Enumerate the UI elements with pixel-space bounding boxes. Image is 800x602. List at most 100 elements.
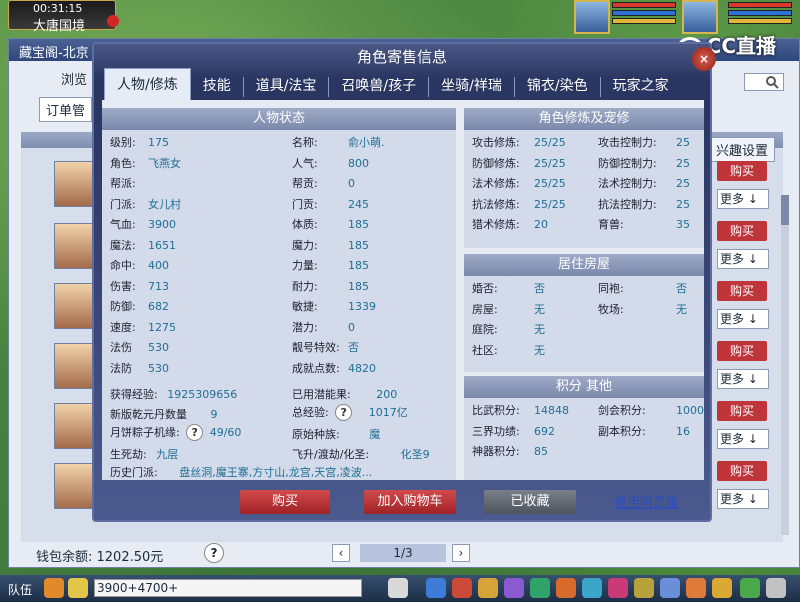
next-page-button[interactable]: › [452, 544, 470, 562]
help-icon[interactable]: ? [335, 404, 353, 421]
tab-pets[interactable]: 召唤兽/孩子 [329, 72, 428, 100]
pet-icon[interactable] [388, 578, 408, 598]
buy-button[interactable]: 购买 [240, 490, 330, 514]
history-row: 历史门派: 盘丝洞,魔王寨,方寸山,龙宫,天宫,凌波... [110, 466, 373, 479]
points-label: 神器积分: [472, 445, 520, 458]
listing-buy-button[interactable]: 购买 [717, 161, 767, 181]
listing-buy-button[interactable]: 购买 [717, 341, 767, 361]
bag-icon[interactable] [452, 578, 472, 598]
tab-home[interactable]: 玩家之家 [601, 72, 681, 100]
house-value: 无 [534, 323, 545, 336]
cultivation-value: 25 [676, 177, 690, 190]
listing-buy-button[interactable]: 购买 [717, 401, 767, 421]
tab-character[interactable]: 人物/修炼 [104, 68, 191, 100]
listing-more-button[interactable]: 更多 ↓ [717, 249, 769, 269]
sword-icon[interactable] [426, 578, 446, 598]
stat-row: 耐力: 185 [292, 278, 369, 294]
market-browse-tab[interactable]: 浏览 [61, 69, 87, 88]
interest-settings-button[interactable]: 兴趣设置 [709, 137, 776, 162]
game-time: 00:31:15 [33, 2, 83, 15]
points-value: 85 [534, 445, 548, 458]
stat-row: 门派: 女儿村 [110, 196, 181, 212]
mail-icon[interactable] [660, 578, 680, 598]
tab-mounts[interactable]: 坐骑/祥瑞 [429, 72, 514, 100]
stat-label: 门派: [110, 197, 136, 211]
player-portrait[interactable] [682, 0, 718, 34]
team-icon[interactable] [504, 578, 524, 598]
skill-icon[interactable] [530, 578, 550, 598]
stat-row: 防御: 682 [110, 298, 169, 314]
order-manage-button[interactable]: 订单管 [39, 97, 93, 122]
listing-avatar[interactable] [54, 463, 94, 509]
team-button[interactable]: 队伍 [8, 581, 32, 598]
stat-label: 法伤 [110, 341, 132, 354]
stat-value: 800 [348, 156, 369, 170]
stat-value: 713 [148, 279, 169, 293]
listing-more-button[interactable]: 更多 ↓ [717, 429, 769, 449]
cultivation-row: 攻击修炼: 25/25 [472, 134, 566, 150]
listing-more-button[interactable]: 更多 ↓ [717, 489, 769, 509]
quest-icon[interactable] [556, 578, 576, 598]
stat-row: 气血: 3900 [110, 216, 176, 232]
cultivation-row: 防御控制力: 25 [598, 155, 690, 171]
listing-buy-button[interactable]: 购买 [717, 221, 767, 241]
listing-avatar[interactable] [54, 403, 94, 449]
gift-icon[interactable] [478, 578, 498, 598]
help-icon[interactable]: ? [186, 424, 204, 441]
activity-icon[interactable] [740, 578, 760, 598]
stat-row: 敏捷: 1339 [292, 298, 376, 314]
add-to-cart-button[interactable]: 加入购物车 [364, 490, 456, 514]
chat-input[interactable]: 3900+4700+ [94, 579, 362, 597]
cultivation-row: 育兽: 35 [598, 216, 690, 232]
cultivation-value: 20 [534, 218, 548, 231]
map-name: 大唐国境 [33, 19, 86, 34]
listing-avatar[interactable] [54, 283, 94, 329]
cultivation-label: 猎术修炼: [472, 218, 520, 231]
tab-skills[interactable]: 技能 [191, 72, 243, 100]
favorited-button[interactable]: 已收藏 [484, 490, 576, 514]
microphone-icon[interactable] [44, 578, 64, 598]
listing-scrollbar[interactable] [781, 195, 789, 535]
map-icon[interactable] [634, 578, 654, 598]
house-value: 否 [676, 282, 687, 295]
settings-icon[interactable] [766, 578, 786, 598]
listing-more-button[interactable]: 更多 ↓ [717, 189, 769, 209]
stat-value: 4820 [348, 361, 376, 375]
listing-more-button[interactable]: 更多 ↓ [717, 369, 769, 389]
listing-buy-button[interactable]: 购买 [717, 281, 767, 301]
search-icon[interactable] [765, 75, 779, 89]
system-icon[interactable] [712, 578, 732, 598]
listing-avatar[interactable] [54, 161, 94, 207]
listing-scroll-thumb[interactable] [781, 195, 789, 225]
market-footer: 钱包余额: 1202.50元 ? ‹ 1/3 › [8, 540, 800, 568]
listing-more-button[interactable]: 更多 ↓ [717, 309, 769, 329]
house-value: 否 [534, 282, 545, 295]
emoji-icon[interactable] [68, 578, 88, 598]
stat-label: 潜力: [292, 320, 318, 334]
tab-outfits[interactable]: 锦衣/染色 [515, 72, 600, 100]
cultivation-value: 25/25 [534, 197, 566, 211]
cultivation-label: 法术控制力: [598, 177, 657, 190]
close-icon[interactable]: × [692, 47, 716, 71]
stat-row: 名称: 俞小萌. [292, 134, 385, 150]
stat-row: 魔法: 1651 [110, 237, 176, 253]
listing-buy-button[interactable]: 购买 [717, 461, 767, 481]
listing-avatar[interactable] [54, 223, 94, 269]
house-label: 社区: [472, 343, 498, 357]
listing-avatar[interactable] [54, 343, 94, 389]
stat-row: 体质: 185 [292, 216, 369, 232]
shop-icon[interactable] [686, 578, 706, 598]
market-title: 藏宝阁-北京 [19, 46, 89, 61]
stat-label: 速度: [110, 320, 136, 334]
prev-page-button[interactable]: ‹ [332, 544, 350, 562]
tab-items[interactable]: 道具/法宝 [244, 72, 329, 100]
stat-value: 飞燕女 [148, 156, 181, 170]
stat-label: 靓号特效: [292, 341, 340, 354]
house-label: 牧场: [598, 302, 624, 316]
friend-icon[interactable] [608, 578, 628, 598]
guild-icon[interactable] [582, 578, 602, 598]
help-icon[interactable]: ? [204, 543, 224, 563]
use-web-version-link[interactable]: 使用网页版 [614, 492, 679, 511]
pet-portrait[interactable] [574, 0, 610, 34]
bottom-toolbar: 队伍 3900+4700+ [0, 575, 800, 602]
